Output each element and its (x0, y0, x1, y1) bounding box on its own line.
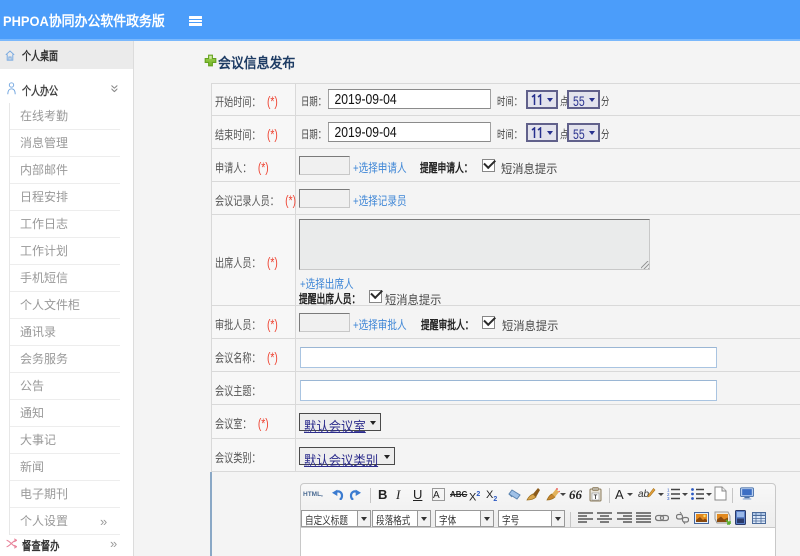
svg-text:T: T (594, 495, 598, 501)
svg-text:3: 3 (667, 496, 670, 500)
